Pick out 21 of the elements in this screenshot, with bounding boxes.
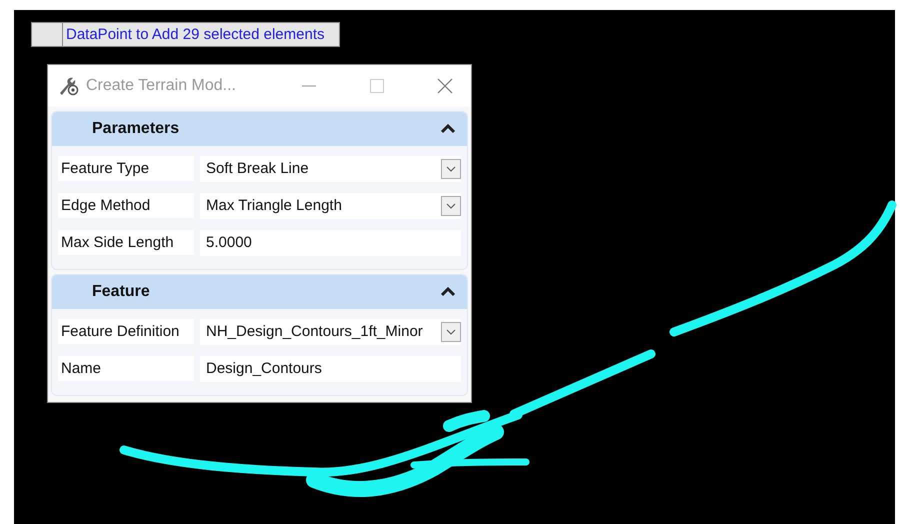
field-label: Edge Method (58, 193, 194, 218)
field-label: Name (58, 356, 194, 381)
section-header[interactable]: Feature (52, 275, 467, 309)
field-label: Max Side Length (58, 230, 194, 255)
input-field[interactable]: Design_Contours (200, 356, 461, 382)
dropdown-field[interactable]: NH_Design_Contours_1ft_Minor (200, 318, 461, 344)
dropdown-field[interactable]: Soft Break Line (200, 156, 461, 182)
status-prompt: DataPoint to Add 29 selected elements (65, 25, 326, 45)
field-label: Feature Definition (58, 319, 194, 344)
dropdown-icon[interactable] (441, 158, 461, 178)
dropdown-icon[interactable] (441, 196, 461, 216)
dropdown-field[interactable]: Max Triangle Length (200, 192, 461, 218)
window-title: Create Terrain Mod... (86, 77, 237, 95)
collapse-icon[interactable] (441, 287, 455, 297)
input-field[interactable]: 5.0000 (200, 230, 461, 256)
section-header[interactable]: Parameters (52, 112, 467, 146)
collapse-icon[interactable] (441, 124, 455, 134)
field-label: Feature Type (58, 156, 194, 181)
close-icon[interactable] (437, 78, 453, 94)
wrench-gear-icon (58, 76, 80, 96)
dropdown-icon[interactable] (441, 322, 461, 342)
